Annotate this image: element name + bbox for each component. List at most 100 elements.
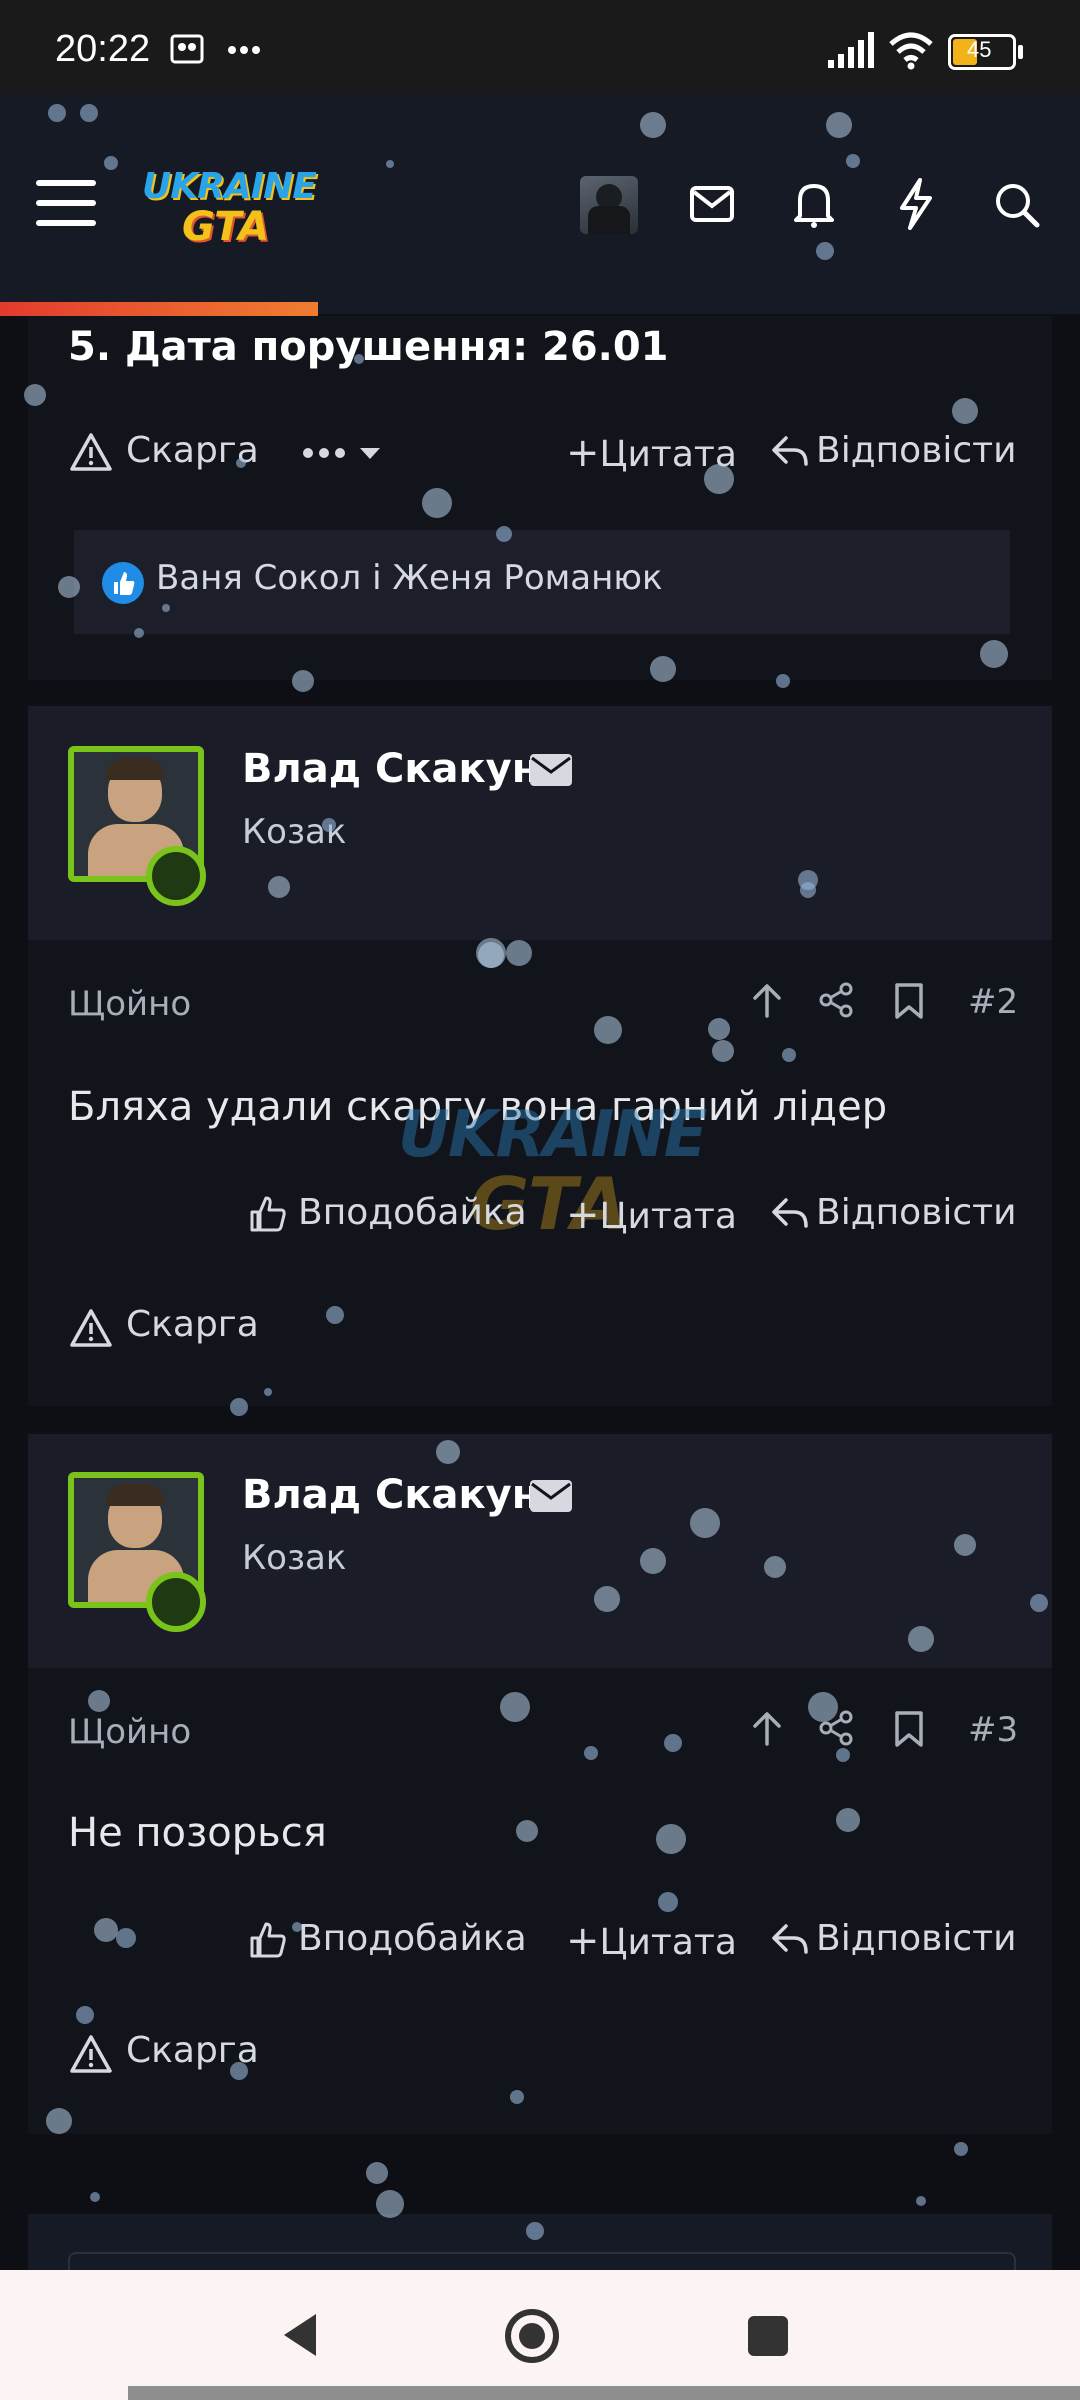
- more-dots-icon: [303, 448, 380, 459]
- snowflake: [292, 1922, 302, 1932]
- author-name[interactable]: Влад Скакун: [242, 746, 539, 792]
- gesture-handle: [128, 2386, 1080, 2400]
- quote-button[interactable]: +Цитата: [566, 1192, 737, 1238]
- like-reaction-icon: [102, 562, 144, 604]
- warning-icon: [70, 2035, 112, 2073]
- snowflake: [690, 1508, 720, 1538]
- user-avatar[interactable]: [580, 176, 638, 234]
- snowflake: [836, 1808, 860, 1832]
- bookmark-icon[interactable]: [894, 1710, 924, 1748]
- reply-icon: [772, 1198, 808, 1228]
- snowflake: [658, 1892, 678, 1912]
- snowflake: [292, 670, 314, 692]
- snowflake: [500, 1692, 530, 1722]
- snowflake: [94, 1918, 118, 1942]
- reply-button[interactable]: Відповісти: [816, 1192, 1017, 1233]
- upvote-arrow-icon[interactable]: [750, 1710, 784, 1746]
- snowflake: [322, 818, 336, 832]
- post-time[interactable]: Щойно: [68, 984, 191, 1024]
- snowflake: [798, 870, 818, 890]
- snowflake: [1030, 1594, 1048, 1612]
- status-bar: 20:22 45: [0, 0, 1080, 94]
- snowflake: [80, 104, 98, 122]
- snowflake: [116, 1928, 136, 1948]
- snowflake: [782, 1048, 796, 1062]
- snowflake: [162, 604, 170, 612]
- reactions-text: Ваня Сокол і Женя Романюк: [156, 558, 663, 598]
- reply-editor-container: [28, 2214, 1052, 2272]
- online-status-icon: [146, 1572, 206, 1632]
- snowflake: [76, 2006, 94, 2024]
- snowflake: [808, 1692, 838, 1722]
- snowflake: [836, 1748, 850, 1762]
- recents-icon[interactable]: [748, 2316, 788, 2356]
- home-icon[interactable]: [504, 2308, 560, 2364]
- snowflake: [640, 112, 666, 138]
- watermark-text-top: UKRAINE: [398, 1098, 707, 1172]
- snowflake: [980, 640, 1008, 668]
- quote-button[interactable]: +Цитата: [566, 1918, 737, 1964]
- snowflake: [230, 2062, 248, 2080]
- snowflake: [366, 2162, 388, 2184]
- lightning-icon[interactable]: [896, 178, 936, 230]
- reply-button[interactable]: Відповісти: [816, 1918, 1017, 1959]
- snowflake: [58, 576, 80, 598]
- bell-icon[interactable]: [792, 180, 836, 228]
- post-number[interactable]: #3: [968, 1710, 1018, 1750]
- plus-icon: +: [566, 1192, 600, 1238]
- notification-icons: [170, 34, 260, 64]
- snowflake: [526, 2222, 544, 2240]
- report-button[interactable]: Скарга: [126, 1304, 259, 1345]
- snowflake: [584, 1746, 598, 1760]
- snowflake: [506, 940, 532, 966]
- author-rank: Козак: [242, 1538, 347, 1578]
- logo-text-bottom: GTA: [182, 204, 270, 250]
- share-icon[interactable]: [818, 982, 854, 1018]
- snowflake: [326, 1306, 344, 1324]
- snowflake: [954, 2142, 968, 2156]
- bookmark-icon[interactable]: [894, 982, 924, 1020]
- snowflake: [48, 104, 66, 122]
- snowflake: [764, 1556, 786, 1578]
- snowflake: [24, 384, 46, 406]
- snowflake: [640, 1548, 666, 1574]
- snowflake: [816, 242, 834, 260]
- messages-icon[interactable]: [690, 184, 734, 224]
- snowflake: [230, 1398, 248, 1416]
- author-name[interactable]: Влад Скакун: [242, 1472, 539, 1518]
- snowflake: [708, 1018, 730, 1040]
- snowflake: [264, 1388, 272, 1396]
- snowflake: [826, 112, 852, 138]
- snowflake: [776, 674, 790, 688]
- reply-editor[interactable]: [68, 2252, 1016, 2272]
- snowflake: [268, 876, 290, 898]
- snowflake: [916, 2196, 926, 2206]
- post-number[interactable]: #2: [968, 982, 1018, 1022]
- post-time[interactable]: Щойно: [68, 1712, 191, 1752]
- battery-level: 45: [967, 37, 992, 62]
- reactions-bar[interactable]: Ваня Сокол і Женя Романюк: [74, 530, 1010, 634]
- hamburger-menu-icon[interactable]: [36, 176, 98, 230]
- envelope-icon[interactable]: [530, 1480, 572, 1512]
- snowflake: [846, 154, 860, 168]
- status-time: 20:22: [55, 28, 151, 70]
- snowflake: [386, 160, 394, 168]
- snowflake: [376, 2190, 404, 2218]
- envelope-icon[interactable]: [530, 754, 572, 786]
- upvote-arrow-icon[interactable]: [750, 982, 784, 1018]
- search-icon[interactable]: [994, 182, 1040, 228]
- site-logo[interactable]: UKRAINE GTA: [142, 160, 317, 252]
- like-button[interactable]: Вподобайка: [298, 1192, 527, 1233]
- reply-button[interactable]: Відповісти: [816, 430, 1017, 471]
- plus-icon: +: [566, 1918, 600, 1964]
- like-button[interactable]: Вподобайка: [298, 1918, 527, 1959]
- snowflake: [594, 1586, 620, 1612]
- watermark-logo: UKRAINE GTA: [398, 1098, 707, 1268]
- snowflake: [88, 1690, 110, 1712]
- back-icon[interactable]: [280, 2310, 320, 2360]
- more-options-button[interactable]: [302, 438, 392, 468]
- snowflake: [46, 2108, 72, 2134]
- snowflake: [650, 656, 676, 682]
- warning-icon: [70, 433, 112, 471]
- snowflake: [236, 458, 246, 468]
